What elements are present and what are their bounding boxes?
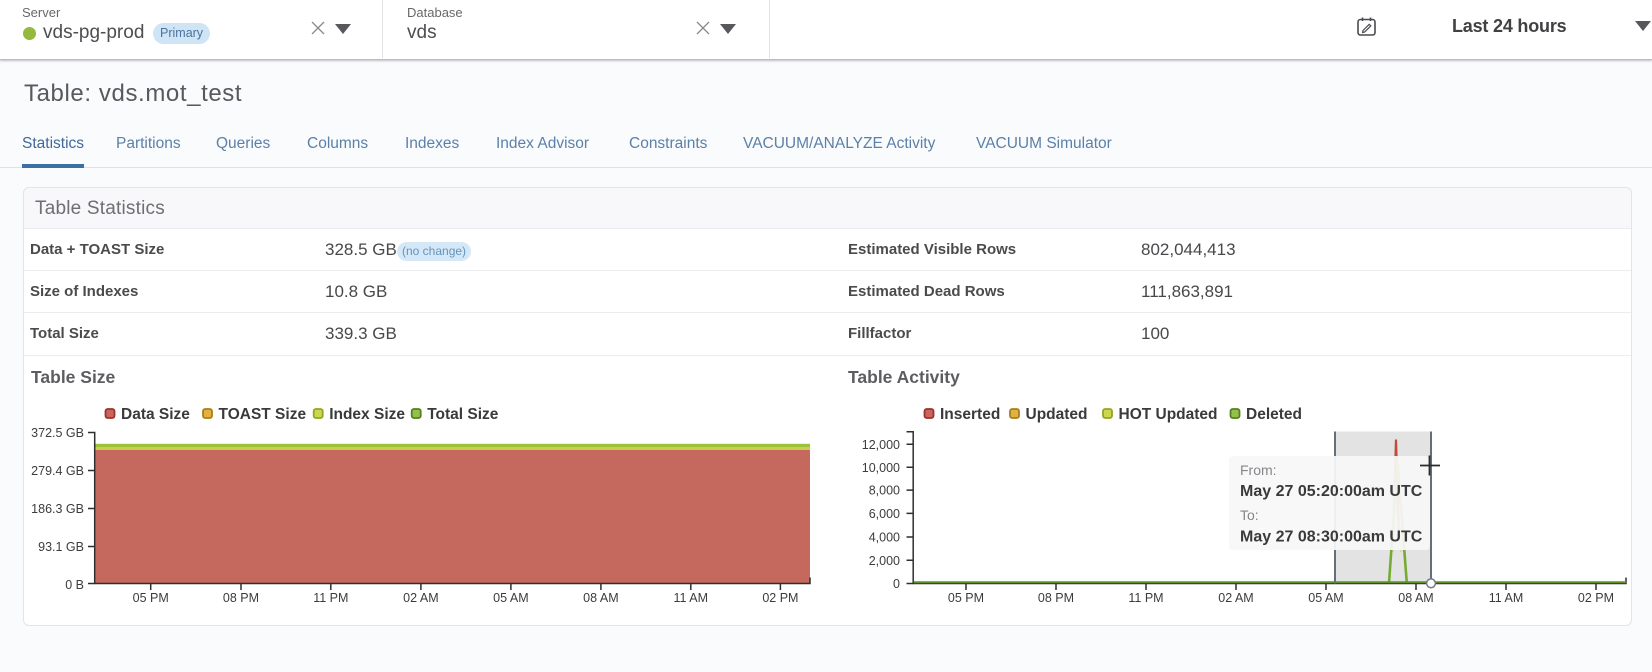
- svg-text:From:: From:: [1240, 462, 1277, 478]
- svg-text:02 AM: 02 AM: [1218, 591, 1253, 605]
- svg-text:0 B: 0 B: [65, 578, 84, 592]
- svg-text:8,000: 8,000: [869, 484, 900, 498]
- svg-text:Updated: Updated: [1026, 406, 1088, 423]
- svg-text:0: 0: [893, 577, 900, 591]
- svg-text:08 AM: 08 AM: [583, 591, 618, 605]
- svg-text:To:: To:: [1240, 507, 1259, 523]
- svg-text:2,000: 2,000: [869, 554, 900, 568]
- svg-text:10,000: 10,000: [862, 461, 900, 475]
- svg-text:02 PM: 02 PM: [1578, 591, 1614, 605]
- svg-text:Deleted: Deleted: [1246, 406, 1302, 423]
- svg-text:93.1 GB: 93.1 GB: [38, 540, 84, 554]
- svg-text:TOAST Size: TOAST Size: [219, 406, 307, 423]
- svg-text:08 AM: 08 AM: [1398, 591, 1433, 605]
- svg-text:05 PM: 05 PM: [948, 591, 984, 605]
- svg-text:4,000: 4,000: [869, 531, 900, 545]
- svg-text:279.4 GB: 279.4 GB: [31, 464, 84, 478]
- svg-text:186.3 GB: 186.3 GB: [31, 502, 84, 516]
- svg-text:372.5 GB: 372.5 GB: [31, 426, 84, 440]
- svg-text:HOT Updated: HOT Updated: [1119, 406, 1218, 423]
- svg-text:11 PM: 11 PM: [313, 591, 348, 605]
- svg-text:Index Size: Index Size: [329, 406, 405, 423]
- svg-text:May 27 08:30:00am UTC: May 27 08:30:00am UTC: [1240, 529, 1423, 546]
- svg-text:05 AM: 05 AM: [1308, 591, 1343, 605]
- svg-text:Data Size: Data Size: [121, 406, 190, 423]
- svg-text:12,000: 12,000: [862, 438, 900, 452]
- svg-text:02 AM: 02 AM: [403, 591, 438, 605]
- svg-text:6,000: 6,000: [869, 507, 900, 521]
- svg-text:05 AM: 05 AM: [493, 591, 528, 605]
- svg-text:Inserted: Inserted: [940, 406, 1000, 423]
- svg-text:11 AM: 11 AM: [674, 591, 709, 605]
- svg-text:08 PM: 08 PM: [1038, 591, 1074, 605]
- svg-text:08 PM: 08 PM: [223, 591, 259, 605]
- svg-text:05 PM: 05 PM: [133, 591, 169, 605]
- svg-text:02 PM: 02 PM: [762, 591, 798, 605]
- svg-text:11 AM: 11 AM: [1489, 591, 1524, 605]
- svg-text:Total Size: Total Size: [427, 406, 499, 423]
- svg-text:11 PM: 11 PM: [1128, 591, 1163, 605]
- svg-text:May 27 05:20:00am UTC: May 27 05:20:00am UTC: [1240, 483, 1423, 500]
